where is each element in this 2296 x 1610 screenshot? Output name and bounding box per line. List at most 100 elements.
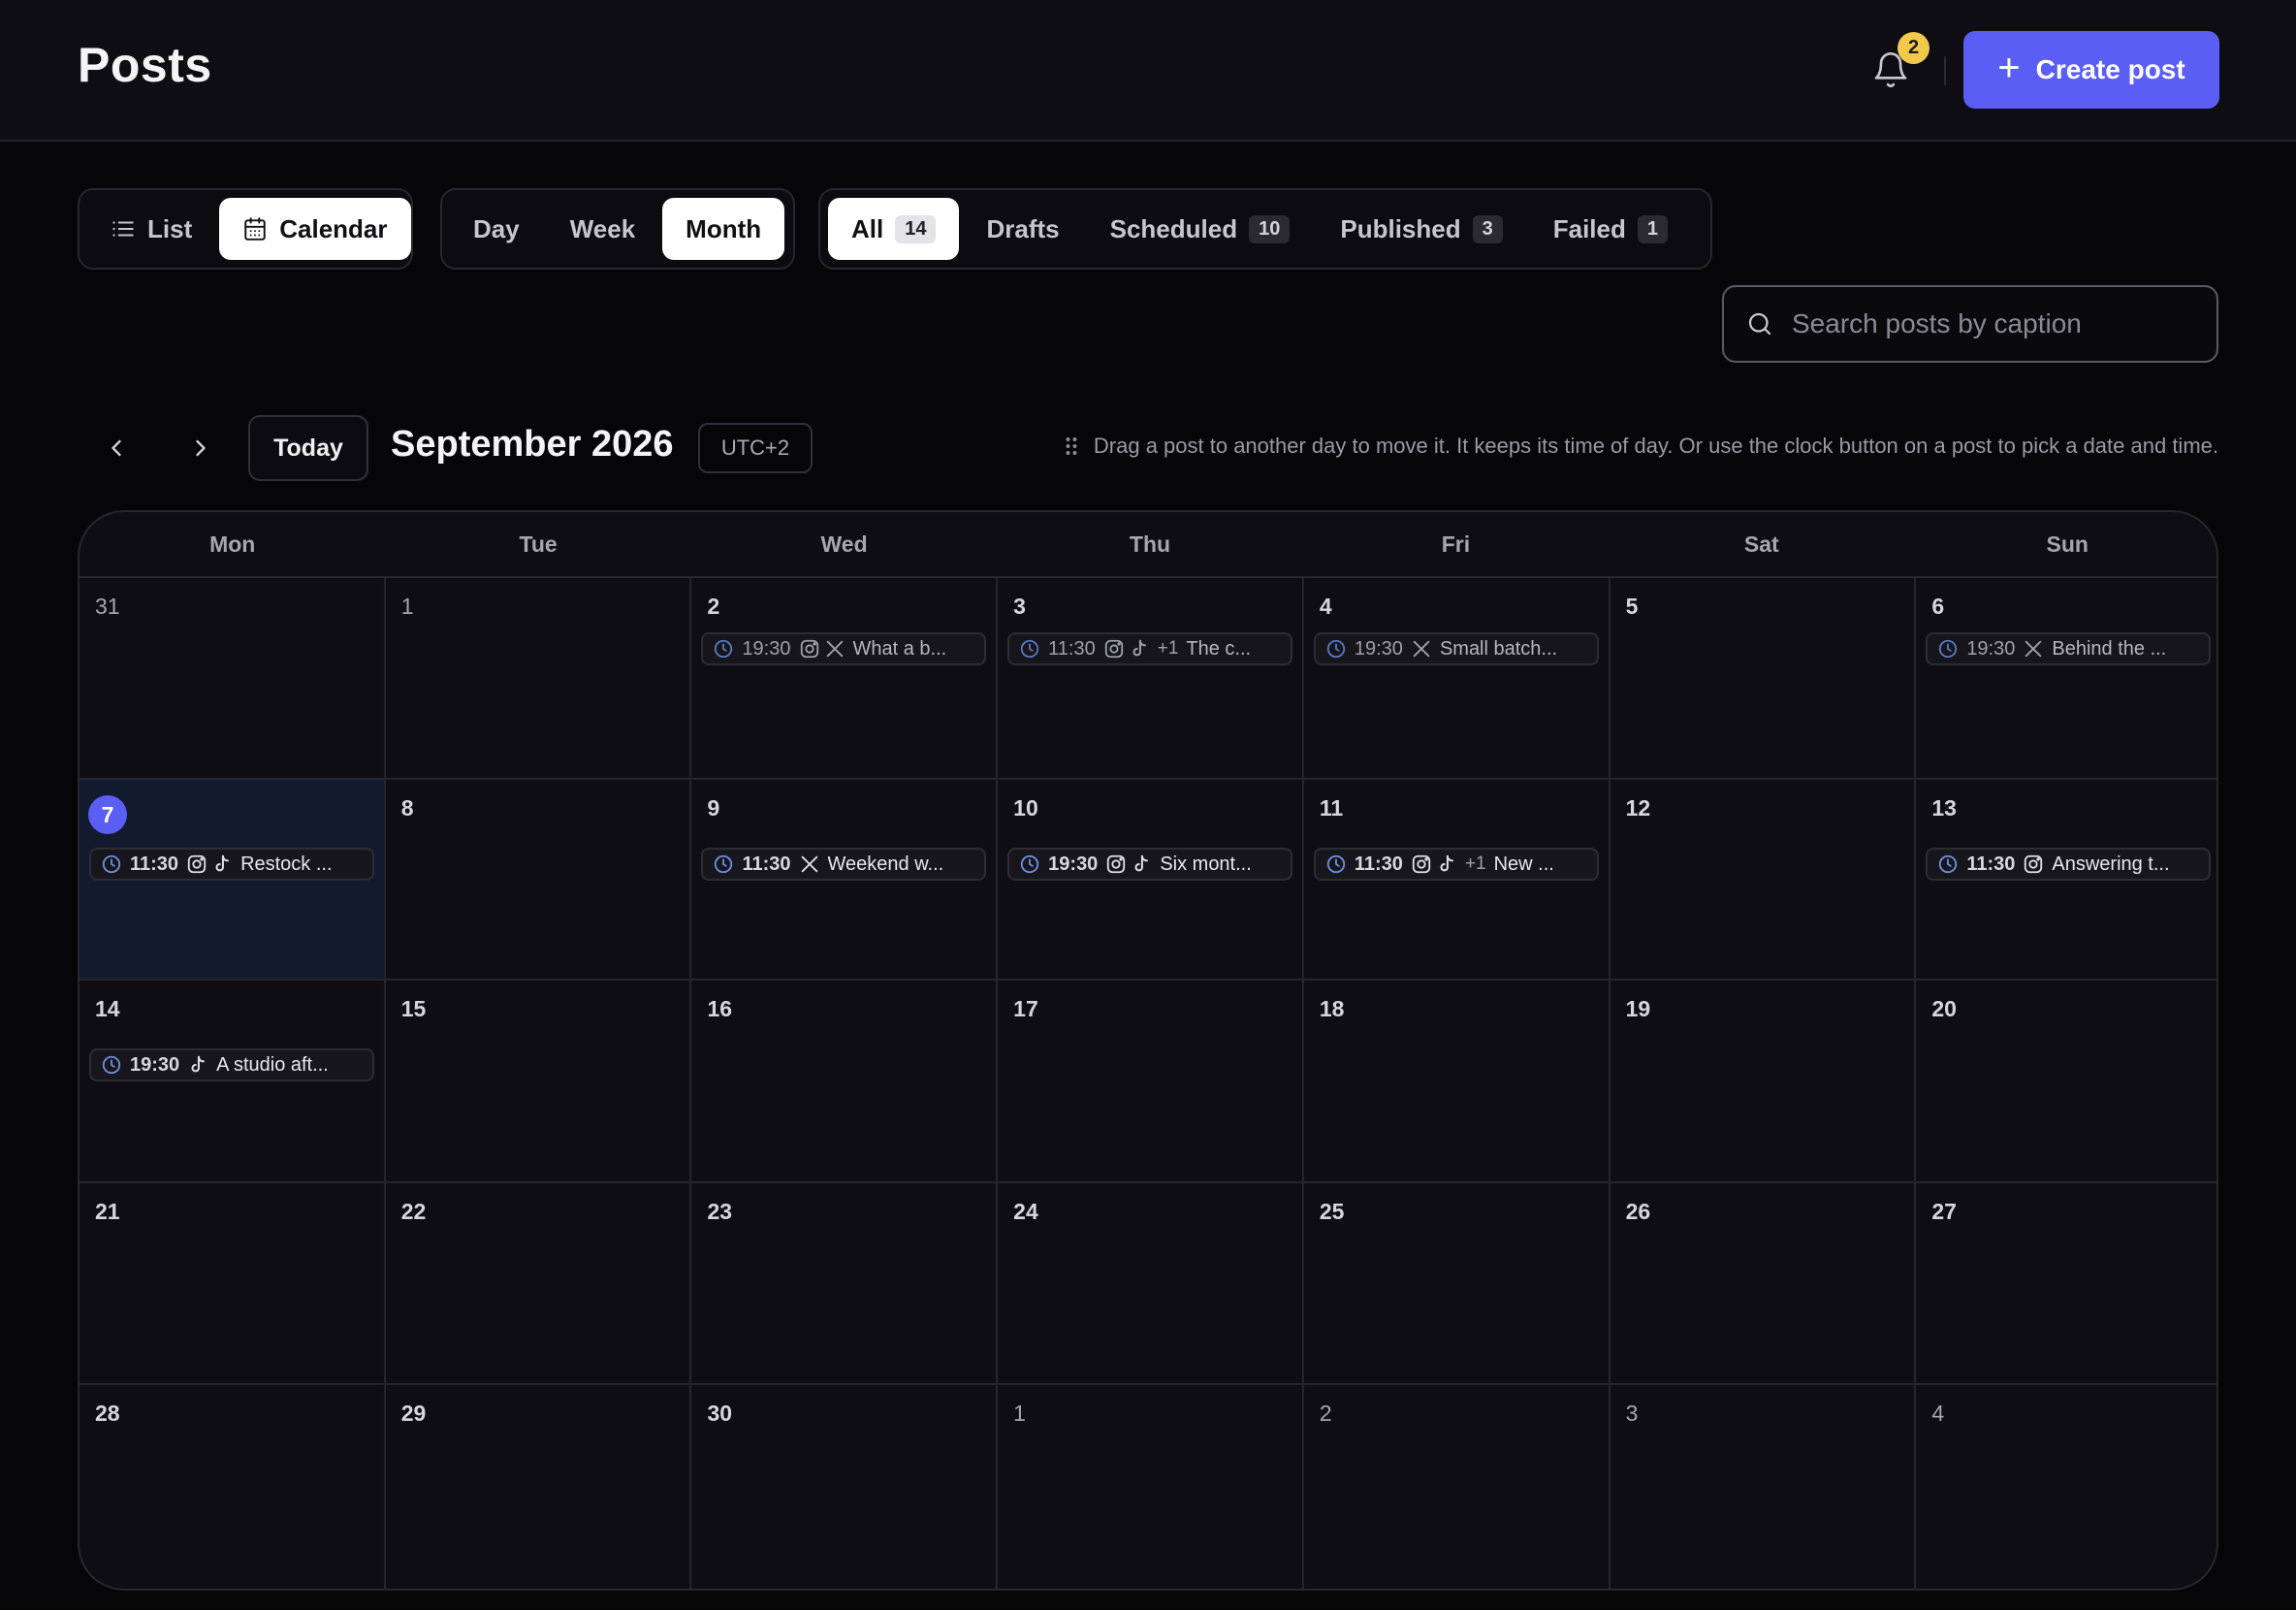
view-list-button[interactable]: List (87, 198, 215, 260)
day-cell[interactable]: 11 11:30 +1 New ... (1303, 780, 1610, 981)
day-number: 13 (1931, 795, 1957, 821)
day-cell[interactable]: 27 (1916, 1183, 2216, 1385)
day-cell[interactable]: 3 (1610, 1385, 1917, 1589)
day-cell[interactable]: 2 19:30 What a b... (691, 578, 999, 780)
range-month-button[interactable]: Month (662, 198, 785, 260)
platform-icons (1411, 638, 1432, 660)
post-chip[interactable]: 19:30 What a b... (701, 632, 987, 665)
clock-icon[interactable] (1019, 638, 1040, 660)
chevron-left-icon (112, 439, 121, 457)
post-chip[interactable]: 19:30 A studio aft... (89, 1048, 374, 1081)
weekday-label: Mon (209, 531, 256, 557)
clock-icon[interactable] (1937, 638, 1959, 660)
day-cell[interactable]: 3 11:30 +1 The c... (998, 578, 1304, 780)
post-chip[interactable]: 19:30 Six mont... (1007, 848, 1292, 881)
day-number: 22 (400, 1199, 427, 1224)
search-input[interactable] (1792, 308, 2199, 339)
weekday-label: Fri (1441, 531, 1471, 557)
day-cell[interactable]: 18 (1303, 981, 1610, 1183)
day-cell[interactable]: 1 (385, 578, 692, 780)
tiktok-icon (1440, 854, 1453, 872)
clock-icon[interactable] (713, 638, 734, 660)
plus-icon: + (1997, 47, 2021, 89)
day-cell[interactable]: 29 (386, 1385, 692, 1589)
clock-icon[interactable] (1325, 638, 1347, 660)
post-chip[interactable]: 11:30 Restock ... (89, 848, 374, 881)
day-cell[interactable]: 4 (1916, 1385, 2216, 1589)
day-cell[interactable]: 20 (1916, 981, 2216, 1183)
weekday-label: Sat (1743, 531, 1779, 557)
search-box (1722, 285, 2218, 363)
day-cell[interactable]: 21 (80, 1183, 386, 1385)
calendar-week-row: 7 11:30 Restock ... 8 9 11:30 Weekend w... 10 19… (80, 780, 2216, 981)
day-cell[interactable]: 24 (998, 1183, 1304, 1385)
day-number: 20 (1931, 996, 1957, 1021)
clock-icon[interactable] (101, 1054, 122, 1076)
post-chip[interactable]: 19:30 Small batch... (1313, 632, 1599, 665)
day-number: 12 (1625, 795, 1651, 821)
platform-icons (799, 638, 845, 660)
post-chip[interactable]: 11:30 +1 New ... (1313, 848, 1599, 881)
range-day-button[interactable]: Day (450, 198, 543, 260)
day-cell[interactable]: 15 (385, 981, 692, 1183)
filter-drafts-tab[interactable]: Drafts (963, 198, 1082, 260)
tiktok-icon (215, 854, 230, 872)
day-cell[interactable]: 14 19:30 A studio aft... (80, 981, 386, 1183)
prev-month-button[interactable] (92, 424, 141, 472)
day-cell[interactable]: 4 19:30 Small batch... (1303, 578, 1610, 780)
day-cell[interactable]: 25 (1303, 1183, 1610, 1385)
day-cell[interactable]: 13 11:30 Answering t... (1916, 780, 2216, 981)
day-cell[interactable]: 12 (1610, 780, 1917, 981)
post-chip[interactable]: 19:30 Behind the ... (1926, 632, 2212, 665)
post-chip[interactable]: 11:30 Answering t... (1926, 848, 2212, 881)
view-calendar-label: Calendar (279, 213, 388, 243)
range-week-button[interactable]: Week (547, 198, 658, 260)
day-number: 15 (400, 996, 427, 1021)
view-calendar-button[interactable]: Calendar (219, 198, 411, 260)
instagram-icon (1104, 639, 1123, 659)
instagram-icon (187, 854, 207, 874)
day-cell[interactable]: 26 (1610, 1183, 1917, 1385)
tiktok-icon (191, 1055, 206, 1073)
more-platforms-count: +1 (1464, 853, 1486, 874)
day-cell[interactable]: 16 (691, 981, 999, 1183)
filter-all-tab[interactable]: All 14 (828, 198, 960, 260)
day-cell[interactable]: 31 (80, 578, 386, 780)
filter-all-label: All (851, 213, 884, 243)
filter-published-tab[interactable]: Published 3 (1317, 198, 1525, 260)
day-number: 9 (707, 795, 720, 821)
day-number: 17 (1013, 996, 1038, 1021)
day-cell[interactable]: 23 (691, 1183, 999, 1385)
day-cell-today[interactable]: 7 11:30 Restock ... (80, 780, 386, 981)
day-cell[interactable]: 6 19:30 Behind the ... (1916, 578, 2216, 780)
clock-icon[interactable] (101, 853, 122, 875)
clock-icon[interactable] (713, 853, 734, 875)
post-time: 11:30 (742, 853, 791, 875)
clock-icon[interactable] (1325, 853, 1347, 875)
filter-failed-tab[interactable]: Failed 1 (1530, 198, 1691, 260)
day-cell[interactable]: 8 (385, 780, 692, 981)
day-cell[interactable]: 1 (998, 1385, 1304, 1589)
instagram-icon (800, 639, 818, 659)
day-cell[interactable]: 19 (1610, 981, 1917, 1183)
today-button[interactable]: Today (248, 415, 368, 481)
calendar-grid: 31 1 2 19:30 What a b... 3 11:30 +1 The c... 4 19:… (80, 578, 2216, 1589)
post-caption: What a b... (852, 637, 947, 660)
clock-icon[interactable] (1937, 853, 1959, 875)
post-chip[interactable]: 11:30 +1 The c... (1007, 632, 1292, 665)
post-chip[interactable]: 11:30 Weekend w... (701, 848, 987, 881)
day-cell[interactable]: 5 (1610, 578, 1917, 780)
day-cell[interactable]: 10 19:30 Six mont... (998, 780, 1304, 981)
clock-icon[interactable] (1019, 853, 1040, 875)
day-cell[interactable]: 22 (385, 1183, 692, 1385)
day-cell[interactable]: 2 (1304, 1385, 1610, 1589)
day-cell[interactable]: 9 11:30 Weekend w... (691, 780, 999, 981)
day-cell[interactable]: 17 (998, 981, 1304, 1183)
day-cell[interactable]: 28 (80, 1385, 386, 1589)
filter-scheduled-tab[interactable]: Scheduled 10 (1087, 198, 1314, 260)
chevron-right-icon (196, 439, 206, 457)
weekday-label: Tue (519, 531, 558, 557)
create-post-button[interactable]: + Create post (1963, 31, 2219, 109)
next-month-button[interactable] (176, 424, 225, 472)
day-cell[interactable]: 30 (691, 1385, 999, 1589)
